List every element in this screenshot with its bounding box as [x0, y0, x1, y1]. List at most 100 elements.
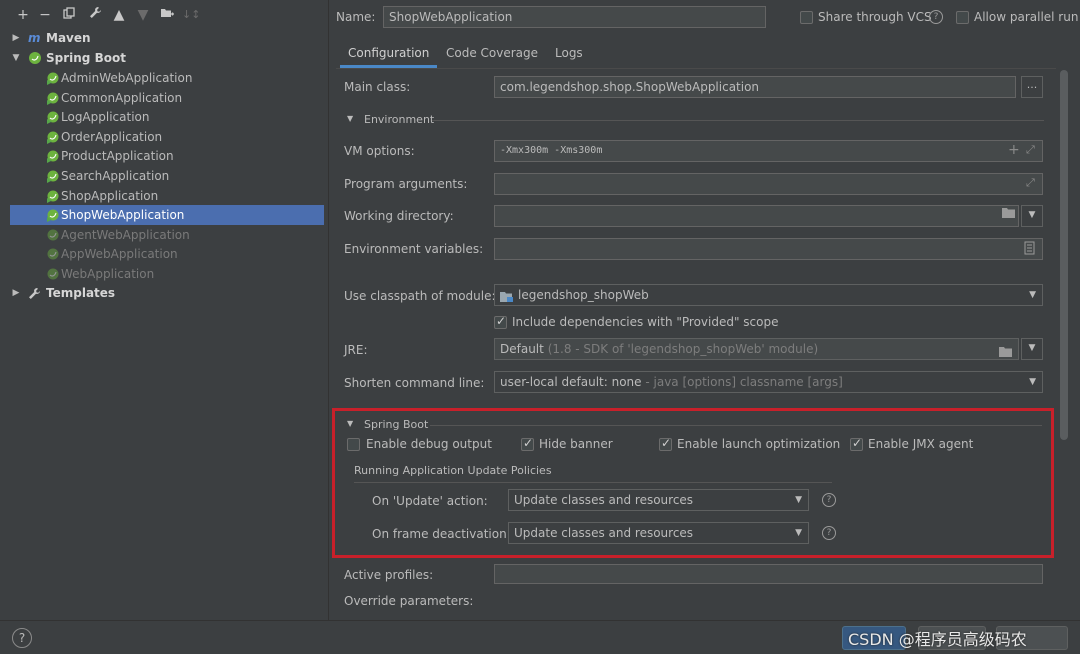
spring-boot-app-icon	[46, 228, 60, 242]
chevron-down-icon: ▼	[795, 528, 802, 538]
minus-icon[interactable]: −	[36, 6, 54, 24]
spring-boot-app-icon	[46, 208, 60, 222]
frame-deactivation-select[interactable]: Update classes and resources ▼	[508, 522, 809, 544]
main-class-field[interactable]: com.legendshop.shop.ShopWebApplication	[494, 76, 1016, 98]
tab-divider	[336, 68, 1056, 69]
tree-item-admin-web-application[interactable]: AdminWebApplication	[10, 68, 324, 88]
spring-boot-app-icon	[46, 247, 60, 261]
spring-boot-app-icon	[46, 189, 60, 203]
tree-item-order-application[interactable]: OrderApplication	[10, 127, 324, 147]
help-icon[interactable]: ?	[822, 493, 836, 507]
shorten-cmd-hint: - java [options] classname [args]	[645, 375, 843, 389]
name-field[interactable]: ShopWebApplication	[383, 6, 766, 28]
expand-arrow-icon[interactable]: ▶	[10, 28, 22, 48]
shorten-cmd-value: user-local default: none	[500, 375, 642, 389]
tree-item-log-application[interactable]: LogApplication	[10, 107, 324, 127]
jre-value: Default	[500, 342, 544, 356]
update-action-label: On 'Update' action:	[372, 494, 488, 508]
arrow-down-icon[interactable]: ▼	[134, 6, 152, 24]
wrench-icon[interactable]	[86, 6, 104, 24]
debug-output-checkbox[interactable]	[347, 438, 360, 451]
tree-item-label: ShopApplication	[61, 189, 159, 203]
classpath-select[interactable]: legendshop_shopWeb ▼	[494, 284, 1043, 306]
section-divider	[354, 482, 832, 483]
help-icon[interactable]: ?	[12, 628, 32, 648]
tree-item-shop-application[interactable]: ShopApplication	[10, 186, 324, 206]
jre-field[interactable]: Default (1.8 - SDK of 'legendshop_shopWe…	[494, 338, 1019, 360]
module-folder-icon	[500, 289, 514, 305]
tree-item-label: ShopWebApplication	[61, 208, 185, 222]
browse-button[interactable]: ...	[1021, 76, 1043, 98]
folder-icon[interactable]	[999, 343, 1012, 359]
classpath-value: legendshop_shopWeb	[518, 288, 649, 302]
env-vars-label: Environment variables:	[344, 242, 484, 256]
folder-icon[interactable]	[1002, 207, 1015, 221]
active-profiles-field[interactable]	[494, 564, 1043, 584]
tree-item-app-web-application[interactable]: AppWebApplication	[10, 244, 324, 264]
frame-deactivation-value: Update classes and resources	[514, 526, 694, 540]
tree-item-web-application[interactable]: WebApplication	[10, 264, 324, 284]
tree-item-search-application[interactable]: SearchApplication	[10, 166, 324, 186]
collapse-arrow-icon[interactable]: ▼	[347, 419, 353, 428]
vertical-scrollbar[interactable]	[1060, 70, 1068, 440]
frame-deactivation-label: On frame deactivation:	[372, 527, 511, 541]
shorten-cmd-select[interactable]: user-local default: none - java [options…	[494, 371, 1043, 393]
document-icon[interactable]	[1024, 241, 1036, 258]
jmx-agent-checkbox[interactable]	[850, 436, 863, 451]
allow-parallel-checkbox[interactable]	[956, 11, 969, 24]
help-icon[interactable]: ?	[822, 526, 836, 540]
expand-arrow-icon[interactable]: ▶	[10, 283, 22, 303]
plus-icon[interactable]: +	[14, 6, 32, 24]
tab-code-coverage[interactable]: Code Coverage	[446, 42, 538, 68]
arrow-up-icon[interactable]: ▲	[110, 6, 128, 24]
plus-icon[interactable]: +	[1008, 142, 1020, 158]
program-args-field[interactable]	[494, 173, 1043, 195]
tree-item-label: ProductApplication	[61, 149, 174, 163]
tree-group-maven[interactable]: ▶ m Maven	[10, 28, 324, 48]
tree-item-label: AppWebApplication	[61, 247, 178, 261]
tree-item-label: OrderApplication	[61, 130, 163, 144]
tree-item-common-application[interactable]: CommonApplication	[10, 88, 324, 108]
spring-boot-app-icon	[46, 91, 60, 105]
run-config-tree-panel: + − ▲ ▼ ↓↕ ▶ m Maven ▼ Spring Boot Admin…	[0, 0, 328, 620]
working-dir-field[interactable]	[494, 205, 1019, 227]
chevron-down-icon: ▼	[795, 495, 802, 505]
spring-boot-section-title: Spring Boot	[364, 418, 429, 431]
classpath-label: Use classpath of module:	[344, 289, 496, 303]
tab-logs[interactable]: Logs	[555, 42, 583, 68]
env-vars-field[interactable]	[494, 238, 1043, 260]
tree-item-agent-web-application[interactable]: AgentWebApplication	[10, 225, 324, 245]
share-vcs-checkbox[interactable]	[800, 11, 813, 24]
collapse-arrow-icon[interactable]: ▼	[347, 114, 353, 123]
include-deps-checkbox[interactable]	[494, 314, 507, 329]
watermark-text: CSDN @程序员高级码农	[848, 630, 1027, 649]
working-dir-dropdown[interactable]: ▼	[1021, 205, 1043, 227]
launch-opt-checkbox[interactable]	[659, 436, 672, 451]
update-action-select[interactable]: Update classes and resources ▼	[508, 489, 809, 511]
panel-splitter[interactable]	[328, 0, 329, 620]
tree-group-templates[interactable]: ▶ Templates	[10, 283, 324, 303]
spring-boot-app-icon	[46, 149, 60, 163]
share-vcs-label: Share through VCS	[818, 10, 932, 24]
help-icon[interactable]: ?	[929, 10, 943, 24]
override-params-label: Override parameters:	[344, 594, 474, 608]
environment-section-title: Environment	[364, 113, 435, 126]
vm-options-field[interactable]: -Xmx300m -Xms300m	[494, 140, 1043, 162]
tree-item-shop-web-application[interactable]: ShopWebApplication	[10, 205, 324, 225]
tab-configuration[interactable]: Configuration	[340, 42, 438, 68]
tree-item-label: WebApplication	[61, 267, 155, 281]
expand-icon[interactable]: ⤢	[1026, 176, 1035, 190]
expand-icon[interactable]: ⤢	[1026, 143, 1035, 157]
tree-item-product-application[interactable]: ProductApplication	[10, 146, 324, 166]
spring-boot-app-icon	[46, 267, 60, 281]
collapse-arrow-icon[interactable]: ▼	[10, 48, 22, 68]
spring-boot-app-icon	[46, 110, 60, 124]
folder-plus-icon[interactable]	[158, 6, 176, 24]
sort-icon[interactable]: ↓↕	[182, 6, 200, 24]
tree-group-spring-boot[interactable]: ▼ Spring Boot	[10, 48, 324, 68]
update-action-value: Update classes and resources	[514, 493, 694, 507]
jre-dropdown[interactable]: ▼	[1021, 338, 1043, 360]
spring-boot-app-icon	[46, 130, 60, 144]
copy-icon[interactable]	[60, 6, 78, 24]
hide-banner-checkbox[interactable]	[521, 436, 534, 451]
